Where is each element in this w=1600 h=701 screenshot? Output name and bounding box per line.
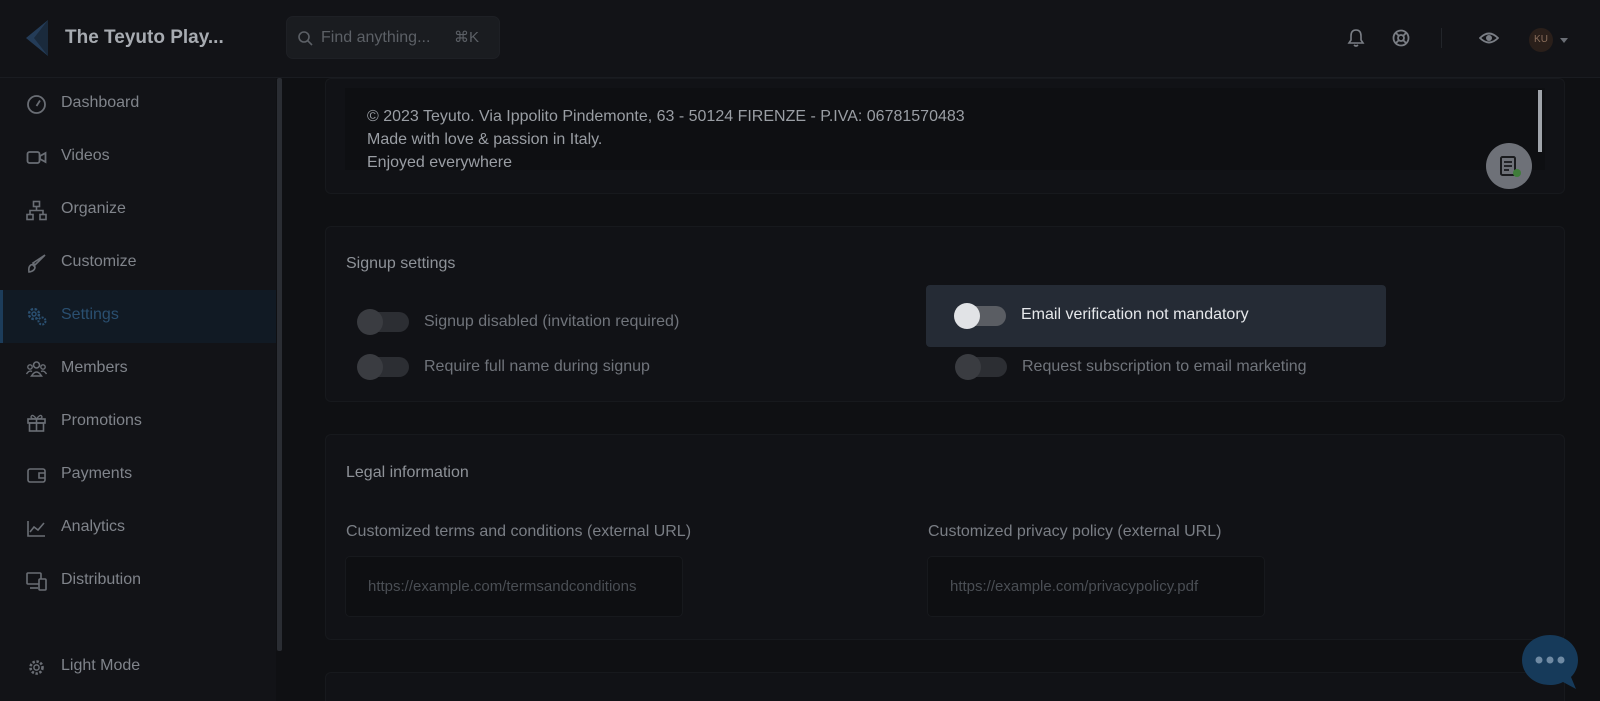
sidebar-item-label: Organize [61, 200, 126, 217]
gears-icon [27, 307, 47, 326]
bell-icon[interactable] [1346, 28, 1366, 48]
lifebuoy-icon[interactable] [1391, 28, 1411, 48]
legal-information-title: Legal information [346, 464, 469, 481]
footer-line-1: © 2023 Teyuto. Via Ippolito Pindemonte, … [367, 108, 965, 125]
footer-line-3: Enjoyed everywhere [367, 154, 512, 171]
app-title[interactable]: The Teyuto Play... [65, 27, 224, 49]
top-bar: The Teyuto Play... ⌘K KU [0, 0, 1600, 78]
privacy-url-label: Customized privacy policy (external URL) [928, 523, 1222, 540]
users-icon [26, 361, 47, 377]
sidebar-item-settings[interactable]: Settings [0, 290, 276, 343]
sidebar-item-label: Payments [61, 465, 133, 482]
brush-icon [28, 254, 46, 273]
search-icon [298, 31, 313, 46]
devices-icon [26, 572, 47, 591]
search-input[interactable] [321, 25, 449, 51]
editor-scrollbar[interactable] [1538, 90, 1542, 152]
gauge-icon [27, 95, 46, 114]
clipboard-button[interactable] [1486, 143, 1532, 189]
search-shortcut: ⌘K [454, 29, 480, 46]
footer-text-editor[interactable]: © 2023 Teyuto. Via Ippolito Pindemonte, … [345, 88, 1545, 171]
header-divider [1441, 28, 1442, 48]
sitemap-icon [26, 200, 47, 221]
sidebar-item-label: Analytics [61, 518, 126, 535]
app-logo-icon[interactable] [24, 20, 50, 56]
search-box[interactable]: ⌘K [286, 16, 500, 59]
light-mode-toggle[interactable]: Light Mode [0, 641, 276, 694]
sidebar-item-customize[interactable]: Customize [0, 237, 276, 290]
email-verification-row[interactable]: Email verification not mandatory [926, 285, 1386, 347]
sidebar-item-label: Videos [61, 147, 110, 164]
email-marketing-toggle[interactable] [955, 354, 1007, 380]
require-full-name-toggle[interactable] [357, 354, 409, 380]
privacy-url-input[interactable] [927, 556, 1265, 617]
email-verification-toggle[interactable] [954, 303, 1006, 329]
chart-line-icon [27, 521, 45, 537]
signup-disabled-toggle[interactable] [357, 309, 409, 335]
sidebar-item-payments[interactable]: Payments [0, 449, 276, 502]
sidebar-item-label: Members [61, 359, 128, 376]
sidebar-item-label: Distribution [61, 571, 142, 588]
eye-icon[interactable] [1479, 28, 1499, 48]
sidebar-item-videos[interactable]: Videos [0, 131, 276, 184]
sidebar-item-analytics[interactable]: Analytics [0, 502, 276, 555]
email-verification-label: Email verification not mandatory [1021, 306, 1249, 323]
sidebar-scrollbar[interactable] [277, 78, 282, 651]
next-card [325, 672, 1565, 701]
clipboard-icon [1500, 156, 1521, 177]
light-mode-label: Light Mode [61, 657, 141, 674]
chat-bubble-icon[interactable] [1521, 633, 1579, 691]
email-marketing-label: Request subscription to email marketing [1022, 358, 1307, 375]
require-full-name-label: Require full name during signup [424, 358, 650, 375]
terms-url-label: Customized terms and conditions (externa… [346, 523, 692, 540]
sidebar-item-distribution[interactable]: Distribution [0, 555, 276, 608]
sidebar: Dashboard Videos Organize Customize Sett… [0, 78, 276, 701]
sidebar-item-label: Promotions [61, 412, 142, 429]
terms-url-input[interactable] [345, 556, 683, 617]
avatar[interactable]: KU [1529, 28, 1553, 52]
signup-settings-title: Signup settings [346, 255, 456, 272]
sidebar-item-label: Dashboard [61, 94, 140, 111]
sidebar-item-dashboard[interactable]: Dashboard [0, 78, 276, 131]
footer-line-2: Made with love & passion in Italy. [367, 131, 603, 148]
sidebar-item-label: Settings [61, 306, 119, 323]
sun-gear-icon [29, 660, 44, 675]
sidebar-item-organize[interactable]: Organize [0, 184, 276, 237]
sidebar-item-promotions[interactable]: Promotions [0, 396, 276, 449]
chevron-down-icon[interactable] [1559, 36, 1569, 44]
video-camera-icon [26, 151, 47, 164]
wallet-icon [27, 468, 46, 483]
gift-icon [27, 414, 46, 432]
signup-disabled-label: Signup disabled (invitation required) [424, 313, 680, 330]
sidebar-item-label: Customize [61, 253, 137, 270]
sidebar-item-members[interactable]: Members [0, 343, 276, 396]
